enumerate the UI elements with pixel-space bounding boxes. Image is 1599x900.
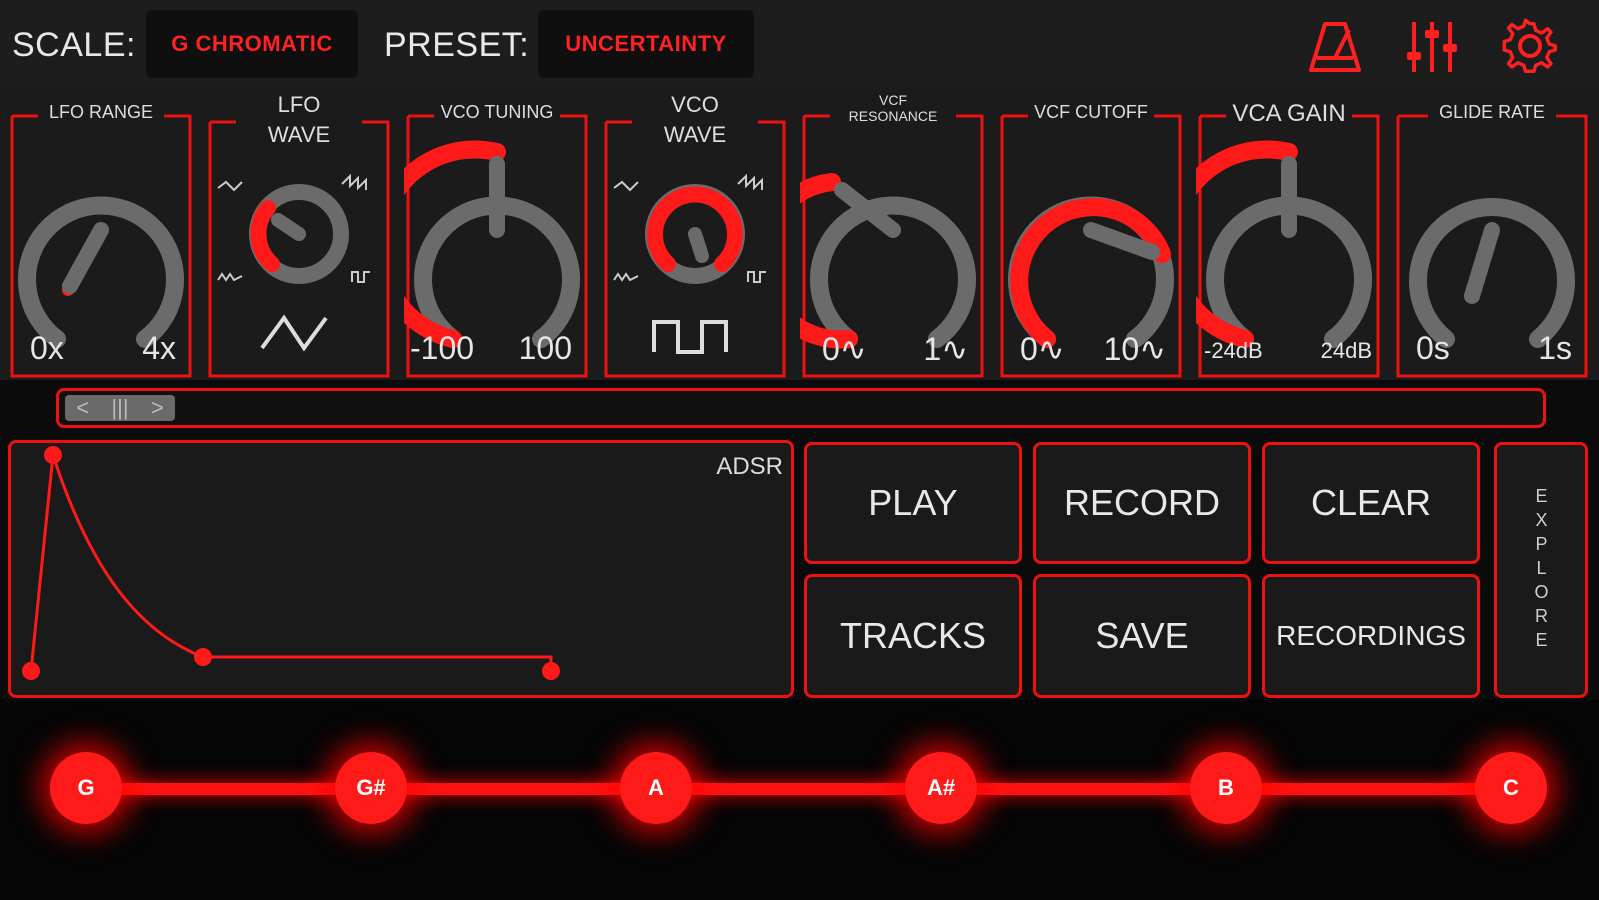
selector-title: VCO WAVE [663,92,727,147]
chevron-right-icon: > [150,395,164,420]
top-bar: SCALE: G CHROMATIC PRESET: UNCERTAINTY [0,0,1599,88]
note-key-a-sharp[interactable]: A# [905,752,977,824]
selector-vco-wave[interactable]: VCO WAVE [602,92,788,380]
note-rail[interactable] [86,783,1514,795]
knob-vco-tuning[interactable]: VCO TUNING -100 100 [404,102,590,380]
play-button[interactable]: PLAY [804,442,1022,564]
preset-selector[interactable]: UNCERTAINTY [538,10,754,78]
adsr-envelope-editor[interactable]: ADSR [8,440,794,698]
adsr-attack-handle[interactable] [44,446,62,464]
metronome-icon[interactable] [1305,16,1365,76]
scrollbar-thumb[interactable]: < ||| > [65,395,175,421]
record-button[interactable]: RECORD [1033,442,1251,564]
recordings-button[interactable]: RECORDINGS [1262,574,1480,698]
knob-max-label: 24dB [1320,338,1372,363]
grip-icon: ||| [111,395,129,420]
knob-min-label: -100 [410,330,475,366]
knob-title: LFO RANGE [48,102,154,122]
note-key-a[interactable]: A [620,752,692,824]
adsr-start-handle[interactable] [22,662,40,680]
chevron-left-icon: < [76,395,90,420]
save-button[interactable]: SAVE [1033,574,1251,698]
note-key-b[interactable]: B [1190,752,1262,824]
adsr-release-handle[interactable] [542,662,560,680]
knob-max-label: 1∿ [923,331,968,367]
knob-max-label: 4x [142,330,176,366]
selector-frame [604,120,786,378]
knob-vcf-cutoff[interactable]: VCF CUTOFF 0∿ 10∿ [998,102,1184,380]
knob-title: VCF CUTOFF [1034,102,1148,122]
knob-lfo-range[interactable]: LFO RANGE 0x 4x [8,102,194,380]
knob-min-label: 0s [1416,330,1450,366]
knob-vca-gain[interactable]: VCA GAIN -24dB 24dB [1196,100,1382,380]
knob-title: GLIDE RATE [1439,102,1545,122]
knob-max-label: 100 [518,330,572,366]
adsr-decay-handle[interactable] [194,648,212,666]
gear-icon[interactable] [1500,16,1560,76]
knob-vcf-resonance[interactable]: VCF RESONANCE 0∿ 1∿ [800,92,986,380]
knob-title: VCF RESONANCE [848,92,938,124]
knob-glide-rate[interactable]: GLIDE RATE 0s 1s [1394,102,1590,380]
explore-button[interactable]: EXPLORE [1494,442,1588,698]
clear-button[interactable]: CLEAR [1262,442,1480,564]
selector-lfo-wave[interactable]: LFO WAVE [206,92,392,380]
adsr-curve [22,446,560,680]
tracks-button[interactable]: TRACKS [804,574,1022,698]
mixer-sliders-icon[interactable] [1402,16,1462,76]
panel-scrollbar[interactable]: < ||| > [56,388,1546,428]
selector-title: LFO WAVE [267,92,331,147]
selector-frame [208,120,390,378]
knob-min-label: 0∿ [822,331,867,367]
knob-max-label: 1s [1538,330,1572,366]
note-ribbon [0,700,1599,900]
knob-min-label: 0x [30,330,64,366]
note-key-c[interactable]: C [1475,752,1547,824]
preset-label: PRESET: [384,26,530,64]
knob-min-label: 0∿ [1020,331,1065,367]
knob-max-label: 10∿ [1103,331,1166,367]
scale-label: SCALE: [12,26,136,64]
knob-title: VCO TUNING [440,102,554,122]
scale-selector[interactable]: G CHROMATIC [146,10,358,78]
note-key-g-sharp[interactable]: G# [335,752,407,824]
knob-title: VCA GAIN [1232,100,1346,127]
knob-min-label: -24dB [1204,338,1263,363]
note-key-g[interactable]: G [50,752,122,824]
explore-label: EXPLORE [1531,486,1552,654]
